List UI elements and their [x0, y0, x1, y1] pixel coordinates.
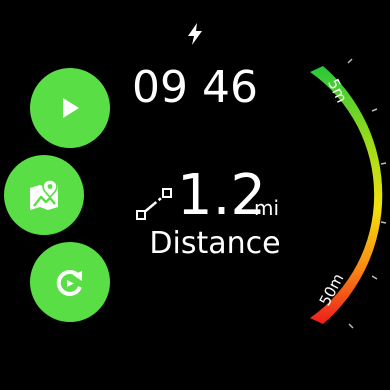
- watch-screen: 09 46 1.2 mi Distance 5m 50m: [0, 0, 390, 390]
- gauge-band: [310, 66, 383, 324]
- accuracy-gauge: 5m 50m: [310, 58, 387, 329]
